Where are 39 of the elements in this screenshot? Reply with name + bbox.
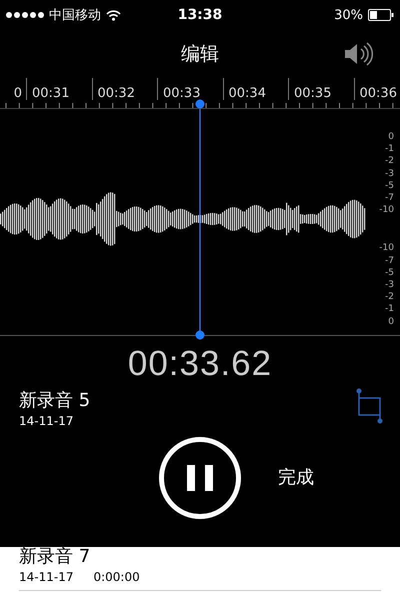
screen-title: 编辑 [181,42,219,67]
playhead-handle[interactable] [196,330,204,340]
timeline-label: 00:31 [32,86,70,101]
level-scale-label: -2 [385,291,394,304]
battery-percent: 30% [334,8,363,22]
level-scale-label: -10 [379,242,394,255]
level-scale-label: -5 [385,180,394,192]
timeline-label: 00:34 [228,86,266,101]
level-scale-label: 0 [388,316,394,328]
level-scale-label: -10 [379,204,394,216]
level-scale-label: -3 [385,279,394,292]
level-scale-label: -7 [385,192,394,204]
recording-duration: 0:00:00 [93,570,140,584]
speaker-icon[interactable] [344,42,374,66]
playhead-handle[interactable] [196,100,204,108]
clock-time: 13:38 [178,7,222,23]
wifi-icon [106,10,121,20]
recording-name[interactable]: 新录音 7 [19,547,381,567]
pause-button[interactable] [159,437,241,519]
level-scale-label: -3 [385,168,394,180]
timeline-label: 00:32 [98,86,135,101]
level-scale-label: 0 [388,131,394,144]
timeline-label: 00:36 [360,86,397,101]
level-scale-label: -1 [385,303,394,316]
done-button[interactable]: 完成 [278,465,314,489]
recording-date: 14-11-17 [19,570,74,584]
recording-name: 新录音 5 [19,389,90,412]
level-scale-label: -1 [385,143,394,156]
level-scale-label: -5 [385,266,394,280]
playback-time: 00:33.62 [126,344,274,384]
timeline-label: 00:35 [294,86,332,101]
recording-date: 14-11-17 [19,414,74,428]
signal-icon [6,12,44,18]
timeline-label: 0 [14,86,22,101]
level-scale-label: -2 [385,155,394,168]
timeline-label: 00:33 [163,86,200,101]
battery-icon [368,9,394,21]
level-scale-label: -7 [385,254,394,267]
carrier-name: 中国移动 [49,7,101,24]
